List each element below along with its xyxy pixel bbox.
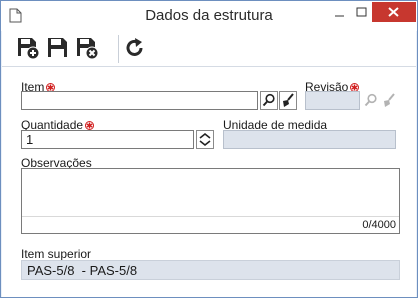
revisao-search-button	[362, 91, 380, 110]
title-bar: Dados da estrutura	[1, 1, 417, 31]
search-icon	[364, 93, 377, 107]
dialog-window: Dados da estrutura Item Revisão Quantida…	[0, 0, 418, 298]
floppy-icon	[48, 38, 67, 57]
textarea-divider	[22, 216, 399, 217]
save-close-button[interactable]	[76, 37, 99, 60]
clear-brush-icon	[384, 93, 395, 107]
floppy-plus-icon	[18, 38, 40, 60]
refresh-icon	[126, 38, 143, 56]
required-icon	[85, 121, 95, 130]
item-clear-button[interactable]	[279, 91, 297, 110]
observacoes-textarea[interactable]: 0/4000	[21, 168, 400, 234]
spinner-icon	[196, 130, 214, 149]
revisao-clear-button	[380, 91, 398, 110]
item-search-button[interactable]	[260, 91, 278, 110]
search-icon	[260, 91, 278, 110]
revisao-input	[305, 91, 360, 110]
item-superior-value: PAS-5/8 - PAS-5/8	[21, 260, 400, 280]
save-button[interactable]	[47, 37, 69, 59]
toolbar-separator	[118, 35, 119, 63]
quantidade-input[interactable]: 1	[21, 130, 194, 149]
quantidade-spinner[interactable]	[196, 130, 214, 149]
save-new-button[interactable]	[17, 37, 40, 60]
form-area: Item Revisão Quantidade 1 Unidade de med…	[2, 67, 416, 297]
close-button[interactable]	[372, 2, 416, 22]
floppy-x-icon	[77, 38, 99, 60]
item-input[interactable]	[21, 91, 258, 110]
char-counter: 0/4000	[362, 219, 396, 231]
unidade-input	[223, 130, 396, 149]
close-icon	[388, 7, 399, 17]
toolbar	[2, 31, 416, 67]
item-superior-label: Item superior	[21, 247, 92, 261]
minimize-button[interactable]	[327, 3, 353, 23]
clear-brush-icon	[279, 91, 297, 110]
refresh-button[interactable]	[124, 37, 146, 59]
minimize-icon	[335, 15, 344, 17]
